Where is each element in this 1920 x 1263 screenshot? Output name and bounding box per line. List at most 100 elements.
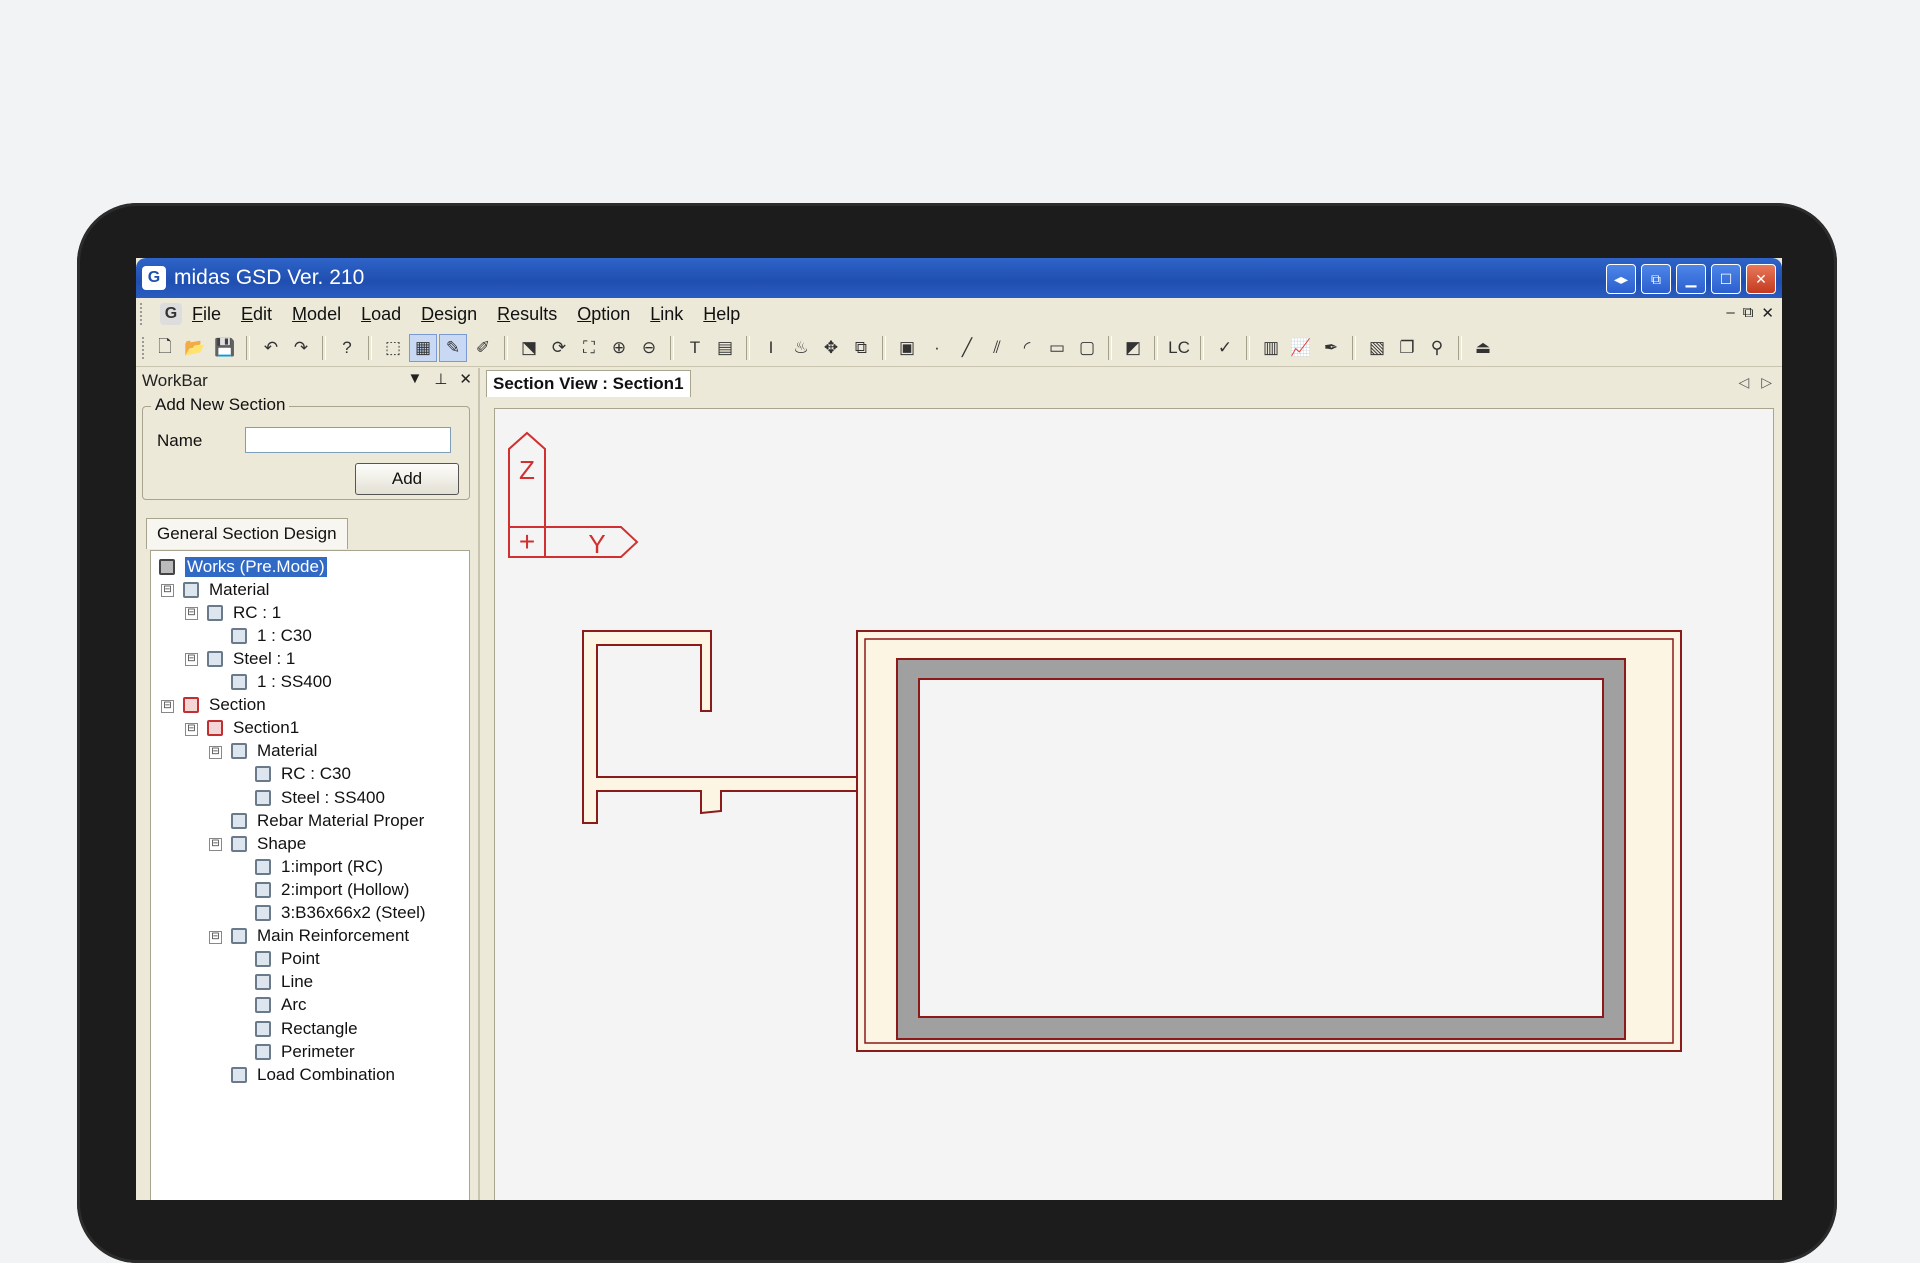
menu-help[interactable]: Help [703, 304, 740, 325]
line-icon[interactable]: ╱ [954, 335, 980, 361]
tree-node[interactable]: 2:import (Hollow) [255, 878, 409, 901]
mdi-restore-icon[interactable]: ⧉ [1743, 304, 1754, 322]
snap-icon[interactable]: ✎ [439, 334, 467, 362]
expander-icon[interactable]: ⊟ [209, 745, 222, 759]
zoom-window-icon[interactable]: ⬔ [516, 335, 542, 361]
link-icon[interactable]: ⚲ [1424, 335, 1450, 361]
menu-link[interactable]: Link [650, 304, 683, 325]
tree-node[interactable]: Rectangle [255, 1017, 358, 1040]
arc-icon[interactable]: ◜ [1014, 335, 1040, 361]
expander-icon[interactable]: ⊟ [209, 838, 222, 852]
tree-node[interactable]: Point [255, 948, 320, 971]
snap2-icon[interactable]: ✐ [470, 335, 496, 361]
restore-window-icon[interactable]: ⧉ [1641, 264, 1671, 294]
line2-icon[interactable]: ⫽ [984, 335, 1010, 361]
region-icon[interactable]: ▢ [1074, 335, 1100, 361]
zoom-out-icon[interactable]: ⊖ [636, 335, 662, 361]
help-icon[interactable]: ? [334, 335, 360, 361]
maximize-button[interactable]: ☐ [1711, 264, 1741, 294]
tree-node[interactable]: ⊟ Steel : 1 [185, 647, 295, 670]
pin-icon[interactable]: ⊥ [434, 370, 447, 388]
tree-node[interactable]: ⊟ Shape [209, 832, 306, 855]
view-icon[interactable]: ◩ [1120, 335, 1146, 361]
ibeam-icon[interactable]: I [758, 335, 784, 361]
app-menu-icon[interactable]: G [160, 303, 182, 325]
fire-icon[interactable]: ♨ [788, 335, 814, 361]
tree-node[interactable]: ⊟ Section [161, 694, 266, 717]
window-icon[interactable]: ❐ [1394, 335, 1420, 361]
expander-icon[interactable]: ⊟ [161, 584, 174, 598]
section-drawing[interactable]: Z + Y [495, 409, 1773, 1200]
section-canvas[interactable]: Z + Y [494, 408, 1774, 1200]
menu-load[interactable]: Load [361, 304, 401, 325]
menu-file[interactable]: File [192, 304, 221, 325]
graph-icon[interactable]: 📈 [1288, 335, 1314, 361]
tree-node[interactable]: ⊟ Main Reinforcement [209, 925, 409, 948]
add-button[interactable]: Add [355, 463, 459, 495]
tree-node[interactable]: Works (Pre.Mode) [159, 555, 327, 578]
redo-icon[interactable]: ↷ [288, 335, 314, 361]
expander-icon[interactable]: ⊟ [161, 699, 174, 713]
dropdown-icon[interactable]: ▼ [407, 370, 422, 388]
rc-section-shape[interactable] [582, 630, 858, 824]
move-icon[interactable]: ✥ [818, 335, 844, 361]
tab-general-section-design[interactable]: General Section Design [146, 518, 348, 549]
grid-icon[interactable]: ▦ [409, 334, 437, 362]
pen-icon[interactable]: ✒ [1318, 335, 1344, 361]
rect-icon[interactable]: ▭ [1044, 335, 1070, 361]
toolbar-grip[interactable] [142, 337, 150, 359]
tree-node[interactable]: 1 : SS400 [231, 671, 332, 694]
tree-node[interactable]: Rebar Material Proper [231, 809, 424, 832]
expander-icon[interactable]: ⊟ [185, 607, 198, 621]
tree-node[interactable]: Arc [255, 994, 307, 1017]
exit-icon[interactable]: ⏏ [1470, 335, 1496, 361]
text-icon[interactable]: T [682, 335, 708, 361]
rotate-icon[interactable]: ⟳ [546, 335, 572, 361]
expander-icon[interactable]: ⊟ [185, 722, 198, 736]
scroll-left-icon[interactable]: ◁ [1738, 374, 1749, 391]
check-icon[interactable]: ✓ [1212, 335, 1238, 361]
close-icon[interactable]: ✕ [459, 370, 472, 388]
tree-node[interactable]: 1:import (RC) [255, 855, 383, 878]
name-input[interactable] [245, 427, 451, 453]
menu-grip[interactable] [140, 303, 158, 325]
tree-node[interactable]: ⊟ Section1 [185, 717, 299, 740]
save-icon[interactable]: 💾 [212, 335, 238, 361]
chart-icon[interactable]: ▥ [1258, 335, 1284, 361]
menu-edit[interactable]: Edit [241, 304, 272, 325]
title-bar[interactable]: G midas GSD Ver. 210 ◂▸ ⧉ ▁ ☐ ✕ [136, 258, 1782, 298]
fit-icon[interactable]: ⛶ [576, 335, 602, 361]
tree-node[interactable]: ⊟ RC : 1 [185, 601, 281, 624]
copy-icon[interactable]: ⧉ [848, 335, 874, 361]
node-icon[interactable]: ▣ [894, 335, 920, 361]
new-icon[interactable]: 🗋 [152, 335, 178, 361]
tree-node[interactable]: 1 : C30 [231, 624, 312, 647]
report-icon[interactable]: ▧ [1364, 335, 1390, 361]
menu-results[interactable]: Results [497, 304, 557, 325]
open-icon[interactable]: 📂 [182, 335, 208, 361]
tree-node[interactable]: ⊟ Material [209, 740, 317, 763]
tree-node[interactable]: RC : C30 [255, 763, 351, 786]
zoom-in-icon[interactable]: ⊕ [606, 335, 632, 361]
tree-node[interactable]: Load Combination [231, 1063, 395, 1086]
tab-section-view[interactable]: Section View : Section1 [486, 370, 691, 397]
lc-icon[interactable]: LC [1166, 335, 1192, 361]
select-icon[interactable]: ⬚ [380, 335, 406, 361]
tree-node[interactable]: Steel : SS400 [255, 786, 385, 809]
menu-design[interactable]: Design [421, 304, 477, 325]
tree-node[interactable]: Line [255, 971, 313, 994]
close-button[interactable]: ✕ [1746, 264, 1776, 294]
expander-icon[interactable]: ⊟ [185, 653, 198, 667]
expander-icon[interactable]: ⊟ [209, 930, 222, 944]
scroll-right-icon[interactable]: ▷ [1761, 374, 1772, 391]
point-icon[interactable]: · [924, 335, 950, 361]
menu-option[interactable]: Option [577, 304, 630, 325]
back-icon[interactable]: ◂▸ [1606, 264, 1636, 294]
mdi-close-icon[interactable]: ✕ [1761, 304, 1774, 322]
undo-icon[interactable]: ↶ [258, 335, 284, 361]
menu-model[interactable]: Model [292, 304, 341, 325]
table-icon[interactable]: ▤ [712, 335, 738, 361]
mdi-minimize-icon[interactable]: – [1726, 304, 1734, 322]
tree-node[interactable]: ⊟ Material [161, 578, 269, 601]
tree-node[interactable]: Perimeter [255, 1040, 355, 1063]
